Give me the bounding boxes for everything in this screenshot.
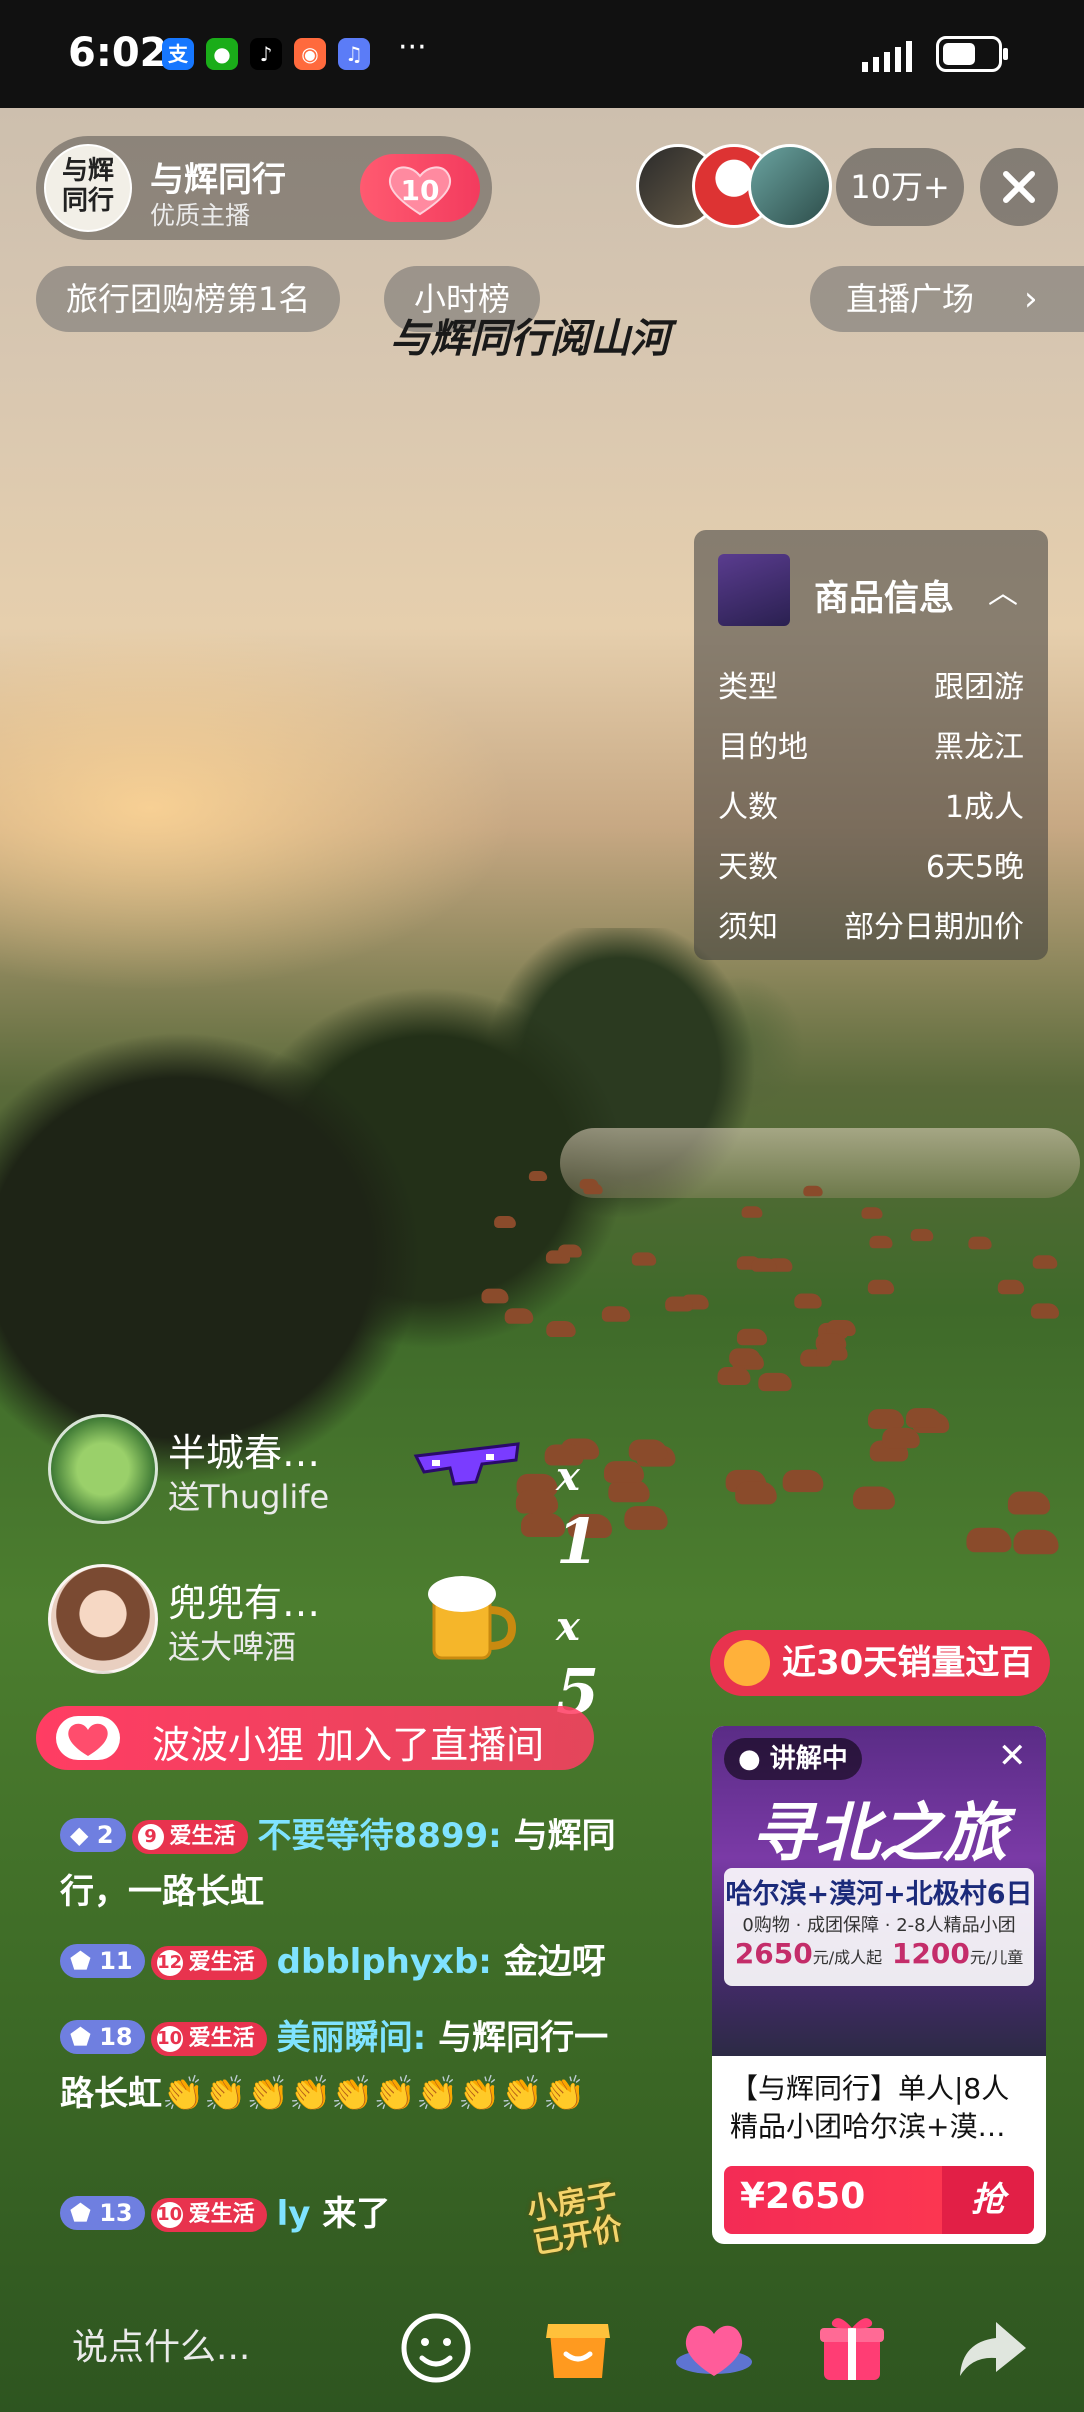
host-name: 与辉同行 — [150, 160, 286, 200]
music-icon: ♫ — [338, 38, 370, 70]
grab-label: 抢 — [942, 2166, 1034, 2234]
gift-count: x 1 — [556, 1453, 600, 1578]
chat-username[interactable]: dbblphyxb: — [277, 1942, 492, 1982]
gift-user-name: 兜兜有… — [168, 1581, 321, 1625]
info-row: 人数 1成人 — [718, 790, 1024, 825]
chevron-up-icon[interactable]: ︿ — [988, 568, 1018, 612]
viewer-avatar[interactable] — [748, 144, 832, 228]
gift-icon[interactable] — [810, 2306, 894, 2390]
notification-icons: 支 ● ♪ ◉ ♫ — [162, 38, 370, 70]
live-plaza-button[interactable]: 直播广场 › — [810, 266, 1084, 332]
host-avatar[interactable]: 与辉 同行 — [44, 144, 132, 232]
user-level-badge: ◆ 2 — [60, 1818, 126, 1852]
heart-icon: 10 — [382, 162, 458, 218]
info-row: 天数 6天5晚 — [718, 850, 1024, 885]
product-info-panel[interactable]: 商品信息 ︿ 类型 跟团游 目的地 黑龙江 人数 1成人 天数 6天5晚 须知 … — [694, 530, 1048, 960]
sales-tag-text: 近30天销量过百 — [782, 1643, 1034, 1683]
product-card[interactable]: ● 讲解中 ✕ 寻北之旅 哈尔滨+漠河+北极村6日 0购物 · 成团保障 · 2… — [712, 1726, 1046, 2244]
fan-badge: 12 爱生活 — [150, 1946, 267, 1980]
product-price: ¥2650 — [740, 2176, 866, 2217]
beer-gift-icon — [428, 1576, 517, 1660]
wechat-icon: ● — [206, 38, 238, 70]
comment-input[interactable]: 说点什么... — [40, 2306, 360, 2390]
chat-message[interactable]: ⬟ 11 12 爱生活 dbblphyxb: 金边呀 — [60, 1934, 660, 1990]
share-icon[interactable] — [950, 2306, 1034, 2390]
status-bar: 6:02 支 ● ♪ ◉ ♫ ··· — [0, 0, 1084, 108]
follow-button[interactable]: 10 — [360, 154, 480, 222]
product-banner-title: 寻北之旅 — [751, 1796, 1007, 1871]
info-row: 须知 部分日期加价 — [718, 910, 1024, 945]
like-heart-icon[interactable] — [672, 2306, 756, 2390]
join-notice-text: 波波小狸 加入了直播间 — [152, 1723, 545, 1767]
chat-text: 金边呀 — [503, 1942, 606, 1982]
thumbs-up-icon — [724, 1640, 770, 1686]
buy-button[interactable]: ¥2650 抢 — [724, 2166, 1034, 2234]
live-plaza-label: 直播广场 — [846, 280, 975, 318]
product-description: 【与辉同行】单人|8人精品小团哈尔滨+漠… — [730, 2072, 1010, 2143]
app-icon: ◉ — [294, 38, 326, 70]
user-level-badge: ⬟ 11 — [60, 1944, 145, 1978]
close-icon — [1003, 171, 1035, 203]
top-viewers[interactable] — [636, 144, 832, 228]
user-level-badge: ⬟ 13 — [60, 2196, 145, 2230]
sales-tag[interactable]: 近30天销量过百 — [710, 1630, 1050, 1696]
chat-username[interactable]: 美丽瞬间: — [277, 2018, 427, 2058]
fan-badge: 10 爱生活 — [150, 2022, 267, 2056]
info-row: 目的地 黑龙江 — [718, 730, 1024, 765]
close-icon[interactable]: ✕ — [998, 1736, 1027, 1776]
chat-text: 来了 — [322, 2194, 391, 2234]
product-thumbnail — [718, 554, 790, 626]
lake — [560, 1128, 1080, 1198]
viewer-count[interactable]: 10万+ — [836, 148, 964, 226]
gift-notification: 兜兜有… 送大啤酒 x 5 — [36, 1558, 599, 1728]
battery-icon — [936, 36, 1008, 72]
host-info[interactable]: 与辉 同行 与辉同行 优质主播 10 — [36, 136, 492, 240]
product-info-title: 商品信息 — [814, 579, 955, 619]
chat-username[interactable]: ly — [277, 2194, 311, 2234]
user-level-badge: ⬟ 18 — [60, 2020, 145, 2054]
like-count: 10 — [400, 174, 440, 207]
more-notifications-icon: ··· — [398, 30, 427, 65]
bottom-toolbar: 说点什么... — [0, 2292, 1084, 2412]
status-time: 6:02 — [68, 30, 168, 76]
emoji-icon[interactable] — [394, 2306, 478, 2390]
gift-notification: 半城春… 送Thuglife x 1 — [36, 1408, 599, 1578]
product-banner-details: 哈尔滨+漠河+北极村6日 0购物 · 成团保障 · 2-8人精品小团 2650元… — [724, 1868, 1034, 1986]
signal-icon — [862, 41, 912, 72]
rank-chip[interactable]: 旅行团购榜第1名 — [36, 266, 341, 332]
chevron-right-icon: › — [1024, 279, 1038, 319]
join-notice: 波波小狸 加入了直播间 — [36, 1706, 594, 1770]
gift-description: 送Thuglife — [168, 1478, 330, 1516]
explaining-badge: ● 讲解中 — [724, 1738, 862, 1780]
stream-title-calligraphy: 与辉同行阅山河 — [390, 315, 670, 362]
gift-user-avatar[interactable] — [48, 1414, 158, 1524]
product-banner[interactable]: ● 讲解中 ✕ 寻北之旅 哈尔滨+漠河+北极村6日 0购物 · 成团保障 · 2… — [712, 1726, 1046, 2056]
fan-badge: 9 爱生活 — [131, 1820, 248, 1854]
fan-badge: 10 爱生活 — [150, 2198, 267, 2232]
chat-message[interactable]: ⬟ 18 10 爱生活 美丽瞬间: 与辉同行一路长虹👏👏👏👏👏👏👏👏👏👏 — [60, 2010, 640, 2122]
shop-icon[interactable] — [536, 2306, 620, 2390]
heart-icon — [56, 1716, 120, 1760]
tree-silhouettes — [0, 928, 1084, 1488]
close-button[interactable] — [980, 148, 1058, 226]
host-subtitle: 优质主播 — [150, 201, 251, 230]
chat-message[interactable]: ◆ 2 9 爱生活 不要等待8899: 与辉同行，一路长虹 — [60, 1808, 660, 1920]
gift-user-name: 半城春… — [168, 1431, 321, 1475]
info-row: 类型 跟团游 — [718, 670, 1024, 705]
gift-user-avatar[interactable] — [48, 1564, 158, 1674]
tiktok-icon: ♪ — [250, 38, 282, 70]
chat-username[interactable]: 不要等待8899: — [258, 1816, 502, 1856]
alipay-icon: 支 — [162, 38, 194, 70]
gift-description: 送大啤酒 — [168, 1628, 297, 1666]
sunglasses-gift-icon — [413, 1442, 520, 1486]
